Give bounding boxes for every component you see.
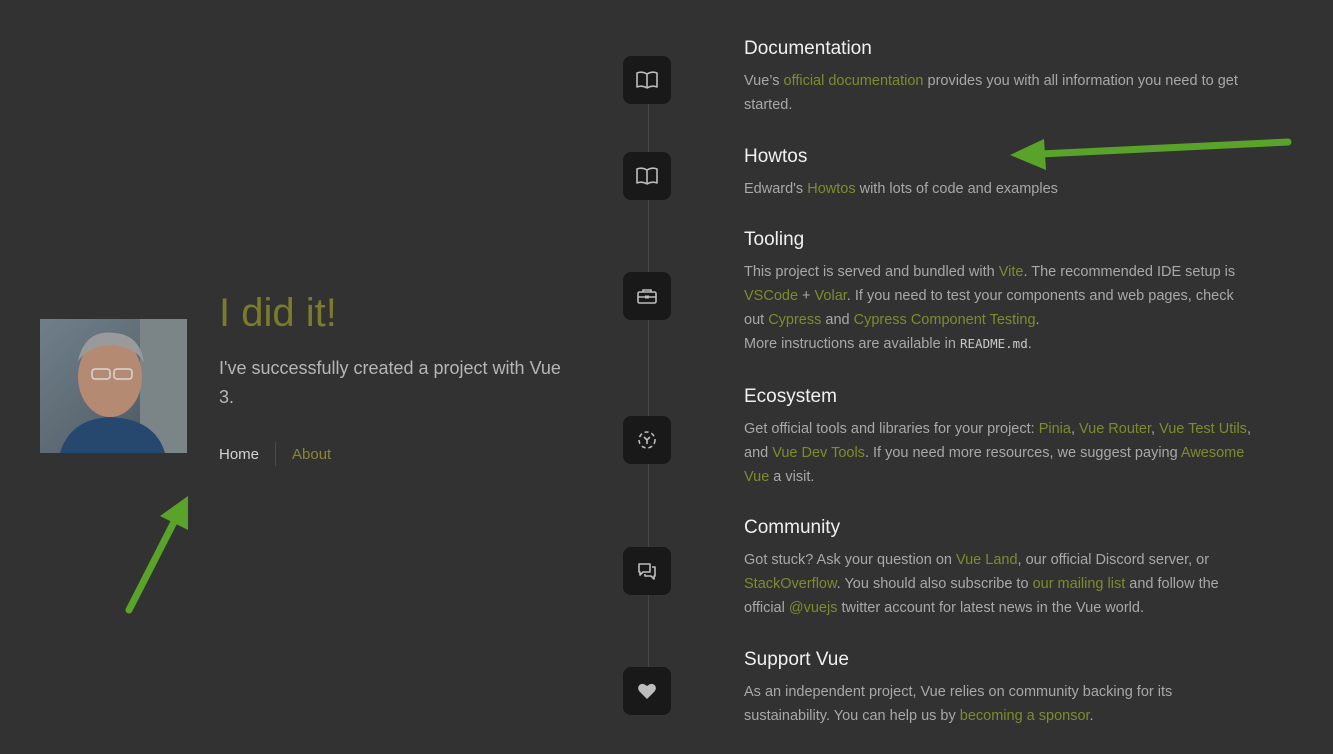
text: . xyxy=(1027,336,1032,352)
text: , xyxy=(1151,421,1160,437)
nav-home-link[interactable]: Home xyxy=(219,446,275,463)
support-title: Support Vue xyxy=(744,649,849,670)
vue-router-link[interactable]: Vue Router xyxy=(1079,421,1151,437)
vue-dev-tools-link[interactable]: Vue Dev Tools xyxy=(772,445,865,461)
documentation-icon-box xyxy=(623,56,671,104)
avatar xyxy=(40,319,187,453)
vue-land-link[interactable]: Vue Land xyxy=(956,552,1018,568)
readme-code: README.md xyxy=(960,336,1028,351)
avatar-image xyxy=(40,319,187,453)
tooling-text: This project is served and bundled with … xyxy=(744,260,1254,356)
support-text: As an independent project, Vue relies on… xyxy=(744,680,1254,728)
pinia-link[interactable]: Pinia xyxy=(1039,421,1071,437)
text: Vue’s xyxy=(744,73,784,89)
community-text: Got stuck? Ask your question on Vue Land… xyxy=(744,548,1254,620)
nav-about-link[interactable]: About xyxy=(276,446,331,463)
volar-link[interactable]: Volar xyxy=(815,288,847,304)
book-icon xyxy=(636,167,658,185)
ecosystem-title: Ecosystem xyxy=(744,386,837,407)
text: More instructions are available in xyxy=(744,336,960,352)
howtos-section: Howtos Edward's Howtos with lots of code… xyxy=(744,146,1254,201)
support-section: Support Vue As an independent project, V… xyxy=(744,649,1254,728)
ecosystem-icon-box xyxy=(623,416,671,464)
howtos-title: Howtos xyxy=(744,146,808,167)
arrow-to-nav xyxy=(125,496,188,614)
text: and xyxy=(821,312,854,328)
vscode-link[interactable]: VSCode xyxy=(744,288,798,304)
documentation-text: Vue’s official documentation provides yo… xyxy=(744,69,1254,117)
mailing-list-link[interactable]: our mailing list xyxy=(1033,576,1126,592)
ecosystem-section: Ecosystem Get official tools and librari… xyxy=(744,386,1254,489)
text: Edward's xyxy=(744,181,808,197)
support-icon-box xyxy=(623,667,671,715)
documentation-title: Documentation xyxy=(744,38,872,59)
text: + xyxy=(798,288,815,304)
text: Get official tools and libraries for you… xyxy=(744,421,1039,437)
main-nav: Home About xyxy=(219,442,331,466)
page: I did it! I've successfully created a pr… xyxy=(0,0,1333,754)
becoming-a-sponsor-link[interactable]: becoming a sponsor xyxy=(960,708,1090,724)
documentation-section: Documentation Vue’s official documentati… xyxy=(744,38,1254,117)
text: , our official Discord server, or xyxy=(1017,552,1210,568)
text: As an independent project, Vue relies on… xyxy=(744,684,1173,724)
text: Got stuck? Ask your question on xyxy=(744,552,956,568)
text: twitter account for latest news in the V… xyxy=(837,600,1144,616)
community-icon-box xyxy=(623,547,671,595)
text: . You should also subscribe to xyxy=(836,576,1033,592)
howtos-link[interactable]: Howtos xyxy=(807,181,855,197)
tooling-section: Tooling This project is served and bundl… xyxy=(744,229,1254,356)
cypress-component-testing-link[interactable]: Cypress Component Testing xyxy=(854,312,1036,328)
text: a visit. xyxy=(769,469,815,485)
tooling-icon-box xyxy=(623,272,671,320)
community-section: Community Got stuck? Ask your question o… xyxy=(744,517,1254,620)
cypress-link[interactable]: Cypress xyxy=(768,312,821,328)
howtos-icon-box xyxy=(623,152,671,200)
book-icon xyxy=(636,71,658,89)
text: . xyxy=(1089,708,1094,724)
ecosystem-text: Get official tools and libraries for you… xyxy=(744,417,1254,489)
toolbox-icon xyxy=(637,289,657,304)
vite-link[interactable]: Vite xyxy=(999,264,1024,280)
vue-test-utils-link[interactable]: Vue Test Utils xyxy=(1159,421,1247,437)
text: with lots of code and examples xyxy=(855,181,1058,197)
hero-title: I did it! xyxy=(219,291,337,335)
ecosystem-icon xyxy=(638,431,656,449)
text: , xyxy=(1070,421,1080,437)
text: . xyxy=(1035,312,1040,328)
chat-icon xyxy=(638,563,656,580)
tooling-title: Tooling xyxy=(744,229,805,250)
official-documentation-link[interactable]: official documentation xyxy=(784,73,924,89)
vuejs-twitter-link[interactable]: @vuejs xyxy=(789,600,838,616)
howtos-text: Edward's Howtos with lots of code and ex… xyxy=(744,177,1254,201)
hero-subtitle: I've successfully created a project with… xyxy=(219,358,561,407)
text: This project is served and bundled with xyxy=(744,264,999,280)
stackoverflow-link[interactable]: StackOverflow xyxy=(744,576,837,592)
text: . If you need more resources, we suggest… xyxy=(864,445,1181,461)
community-title: Community xyxy=(744,517,841,538)
heart-icon xyxy=(638,683,656,699)
text: . The recommended IDE setup is xyxy=(1023,264,1236,280)
